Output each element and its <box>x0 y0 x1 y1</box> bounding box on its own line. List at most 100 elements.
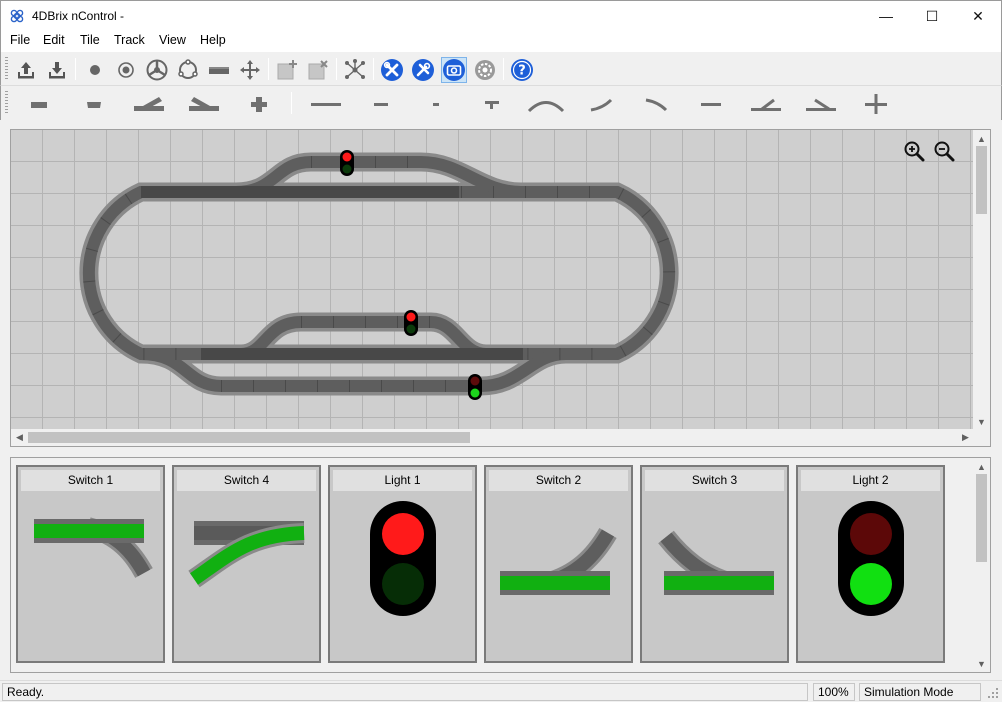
wrench-icon <box>412 59 434 81</box>
maximize-button[interactable]: ☐ <box>909 1 955 31</box>
control-card-light-1[interactable]: Light 1 <box>328 465 477 663</box>
scroll-thumb[interactable] <box>976 474 987 562</box>
title-bar: 4DBrix nControl - — ☐ ✕ <box>0 0 1002 30</box>
menu-view[interactable]: View <box>159 33 186 47</box>
toolbar-separator <box>268 58 269 80</box>
scroll-up-icon[interactable]: ▲ <box>973 130 990 147</box>
scroll-right-icon[interactable]: ▶ <box>957 429 974 446</box>
target-dot-button[interactable] <box>113 57 139 83</box>
close-button[interactable]: ✕ <box>955 1 1001 31</box>
turntable-icon <box>146 59 168 81</box>
control-card-switch-4[interactable]: Switch 4 <box>172 465 321 663</box>
upload-button[interactable] <box>13 57 39 83</box>
scroll-thumb[interactable] <box>28 432 470 443</box>
cross-arrows-button[interactable] <box>237 57 263 83</box>
card-title: Switch 2 <box>489 470 628 491</box>
toolbar-grip[interactable] <box>5 57 8 81</box>
status-mode: Simulation Mode <box>859 683 981 701</box>
dot-button[interactable] <box>82 57 108 83</box>
switch-diagram[interactable] <box>174 495 319 661</box>
card-title: Light 1 <box>333 470 472 491</box>
rail-piece-icon <box>209 67 229 74</box>
track-switch-left-button[interactable] <box>743 91 789 117</box>
short-straight-tile-button[interactable] <box>71 91 117 117</box>
scroll-left-icon[interactable]: ◀ <box>11 429 28 446</box>
track-long-icon <box>311 103 341 106</box>
switch-right-tile-button[interactable] <box>181 91 227 117</box>
traffic-light[interactable] <box>798 495 943 661</box>
minimize-button[interactable]: — <box>863 1 909 31</box>
toolbar-grip[interactable] <box>5 91 8 115</box>
card-title: Switch 1 <box>21 470 160 491</box>
app-logo-icon <box>10 9 24 23</box>
track-curve-right-button[interactable] <box>633 91 679 117</box>
zoom-in-icon[interactable] <box>902 139 926 163</box>
tools-icon <box>381 59 403 81</box>
control-card-switch-2[interactable]: Switch 2 <box>484 465 633 663</box>
download-button[interactable] <box>44 57 70 83</box>
camera-button[interactable] <box>441 57 467 83</box>
cross-arrows-icon <box>240 60 260 80</box>
signal-middle[interactable] <box>404 310 418 336</box>
control-card-switch-3[interactable]: Switch 3 <box>640 465 789 663</box>
menu-help[interactable]: Help <box>200 33 226 47</box>
help-button[interactable]: ? <box>509 57 535 83</box>
tools-button[interactable] <box>379 57 405 83</box>
status-bar: Ready. 100% Simulation Mode <box>0 680 1002 702</box>
track-cross-button[interactable] <box>853 91 899 117</box>
network-button[interactable] <box>342 57 368 83</box>
straight-tile-button[interactable] <box>16 91 62 117</box>
track-long-button[interactable] <box>303 91 349 117</box>
delete-tile-icon <box>308 60 328 80</box>
resize-grip-icon[interactable] <box>987 687 999 699</box>
layout-canvas[interactable] <box>11 130 974 430</box>
add-tile-button[interactable] <box>274 57 300 83</box>
zoom-out-icon[interactable] <box>932 139 956 163</box>
toolbar-separator <box>291 92 292 114</box>
track-curve-button[interactable] <box>523 91 569 117</box>
traffic-light[interactable] <box>330 495 475 661</box>
track-end-button[interactable] <box>468 91 514 117</box>
track-curve-right-icon <box>645 98 668 112</box>
target-dot-icon <box>118 62 134 78</box>
settings-button[interactable] <box>472 57 498 83</box>
menu-tile[interactable]: Tile <box>80 33 100 47</box>
track-curve-left-button[interactable] <box>578 91 624 117</box>
cross-tile-button[interactable] <box>236 91 282 117</box>
switch-diagram[interactable] <box>486 495 631 661</box>
switch-left-tile-button[interactable] <box>126 91 172 117</box>
delete-tile-button[interactable] <box>305 57 331 83</box>
scroll-up-icon[interactable]: ▲ <box>973 458 990 475</box>
panel-vertical-scrollbar[interactable]: ▲ ▼ <box>973 458 990 672</box>
switch-diagram[interactable] <box>18 495 163 661</box>
rail-piece-button[interactable] <box>206 57 232 83</box>
dot-icon <box>90 65 100 75</box>
camera-icon <box>443 59 465 81</box>
track-straight-button[interactable] <box>688 91 734 117</box>
track-medium-icon <box>374 103 388 106</box>
track-medium-button[interactable] <box>358 91 404 117</box>
scroll-down-icon[interactable]: ▼ <box>973 413 990 430</box>
track-switch-right-button[interactable] <box>798 91 844 117</box>
track-straight-icon <box>701 103 721 106</box>
turntable-button[interactable] <box>144 57 170 83</box>
signal-top[interactable] <box>340 150 354 176</box>
control-card-light-2[interactable]: Light 2 <box>796 465 945 663</box>
menu-edit[interactable]: Edit <box>43 33 65 47</box>
loop-button[interactable] <box>175 57 201 83</box>
menu-file[interactable]: File <box>10 33 30 47</box>
switch-diagram[interactable] <box>642 495 787 661</box>
signal-bottom[interactable] <box>468 374 482 400</box>
track-short-button[interactable] <box>413 91 459 117</box>
network-icon <box>345 59 365 79</box>
control-card-switch-1[interactable]: Switch 1 <box>16 465 165 663</box>
wrench-button[interactable] <box>410 57 436 83</box>
scroll-thumb[interactable] <box>976 146 987 214</box>
toolbar-separator <box>503 58 504 80</box>
layout-horizontal-scrollbar[interactable]: ◀ ▶ <box>11 429 974 446</box>
menu-track[interactable]: Track <box>114 33 145 47</box>
layout-vertical-scrollbar[interactable]: ▲ ▼ <box>973 130 990 430</box>
track-short-icon <box>433 103 439 106</box>
scroll-down-icon[interactable]: ▼ <box>973 655 990 672</box>
scroll-corner <box>973 429 990 446</box>
